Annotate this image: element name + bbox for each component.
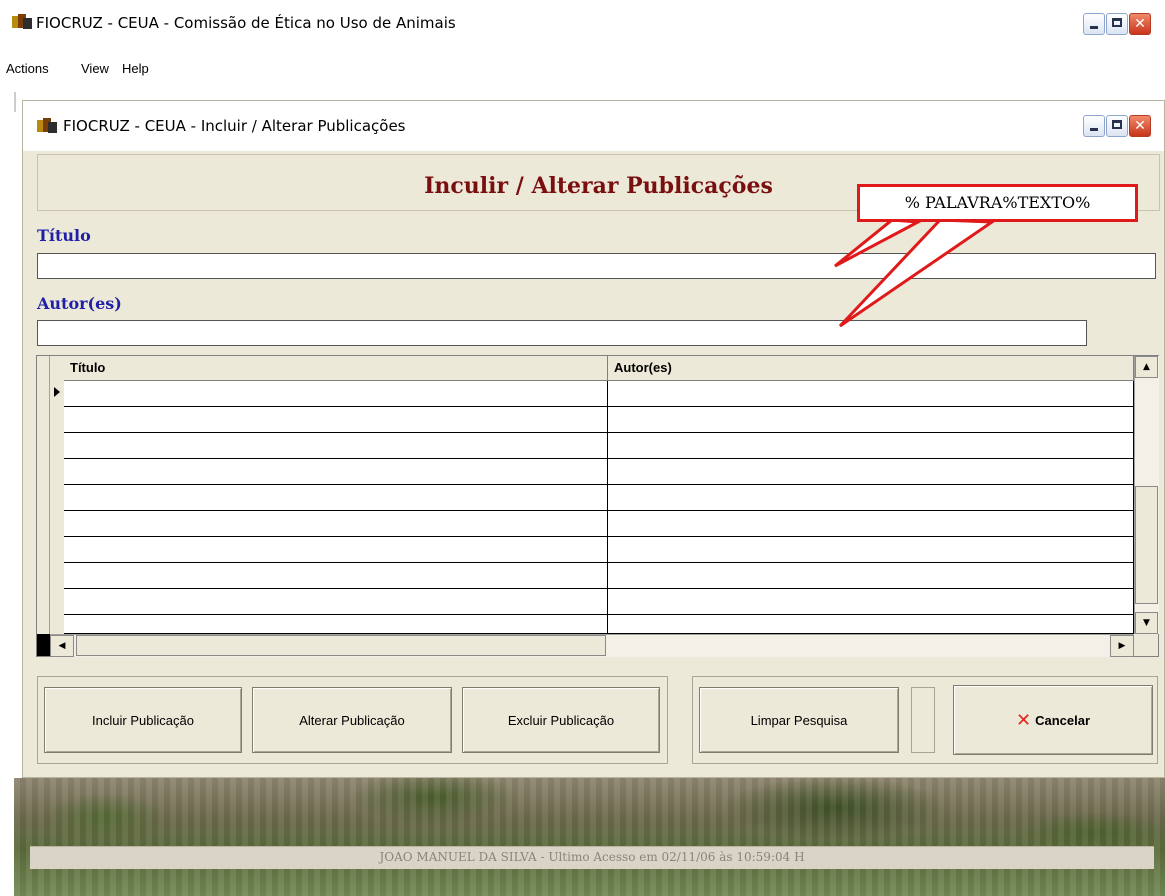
child-window-title: FIOCRUZ - CEUA - Incluir / Alterar Publi… — [63, 117, 406, 135]
cancelar-button[interactable]: ✕ Cancelar — [953, 685, 1153, 755]
scroll-left-icon[interactable]: ◀ — [50, 635, 74, 657]
cell-autores[interactable] — [608, 589, 1134, 615]
search-actions-panel: Limpar Pesquisa ✕ Cancelar — [692, 676, 1158, 764]
cell-titulo[interactable] — [64, 459, 608, 485]
table-row[interactable] — [64, 511, 1134, 537]
app-icon — [12, 14, 32, 30]
maximize-icon — [1112, 18, 1122, 27]
cell-autores[interactable] — [608, 407, 1134, 433]
table-row[interactable] — [64, 433, 1134, 459]
close-icon: ✕ — [1134, 16, 1146, 32]
limpar-label: Limpar Pesquisa — [750, 712, 848, 728]
vertical-scrollbar[interactable]: ▲ ▼ — [1134, 356, 1159, 634]
main-minimize-button[interactable] — [1083, 13, 1105, 35]
titulo-label: Título — [37, 226, 91, 245]
menu-view[interactable]: View — [81, 61, 109, 76]
vertical-scroll-thumb[interactable] — [1135, 486, 1158, 604]
minimize-icon — [1090, 26, 1098, 29]
cell-titulo[interactable] — [64, 537, 608, 563]
cell-autores[interactable] — [608, 485, 1134, 511]
table-row[interactable] — [64, 537, 1134, 563]
table-row[interactable] — [64, 485, 1134, 511]
scroll-up-icon[interactable]: ▲ — [1135, 356, 1158, 378]
table-row[interactable] — [64, 563, 1134, 589]
cell-autores[interactable] — [608, 459, 1134, 485]
alterar-publicacao-button[interactable]: Alterar Publicação — [252, 687, 452, 753]
cell-autores[interactable] — [608, 615, 1134, 634]
minimize-icon — [1090, 128, 1098, 131]
main-window-title: FIOCRUZ - CEUA - Comissão de Ética no Us… — [36, 14, 456, 32]
publications-grid[interactable]: Título Autor(es) ▲ ▼ ◀ ▶ — [36, 355, 1159, 657]
menu-actions[interactable]: Actions — [6, 61, 49, 76]
grid-rows — [64, 381, 1134, 634]
scroll-right-icon[interactable]: ▶ — [1110, 635, 1134, 657]
menubar — [0, 52, 1165, 86]
child-app-icon — [37, 118, 57, 134]
child-maximize-button[interactable] — [1106, 115, 1128, 137]
status-bar: JOAO MANUEL DA SILVA - Ultimo Acesso em … — [30, 846, 1154, 869]
cancel-x-icon: ✕ — [1015, 709, 1032, 731]
excluir-label: Excluir Publicação — [507, 712, 615, 728]
table-row[interactable] — [64, 615, 1134, 634]
background-window-edge — [14, 92, 22, 112]
cell-autores[interactable] — [608, 433, 1134, 459]
background-photo — [14, 778, 1165, 896]
autores-input[interactable] — [37, 320, 1087, 346]
cell-titulo[interactable] — [64, 511, 608, 537]
row-indicator-column — [37, 356, 65, 634]
status-text: JOAO MANUEL DA SILVA - Ultimo Acesso em … — [379, 850, 805, 864]
cell-titulo[interactable] — [64, 381, 608, 407]
cell-titulo[interactable] — [64, 563, 608, 589]
column-header-autores[interactable]: Autor(es) — [608, 356, 1134, 380]
child-close-button[interactable]: ✕ — [1129, 115, 1151, 137]
horizontal-scroll-thumb[interactable] — [76, 635, 606, 656]
titulo-input[interactable] — [37, 253, 1156, 279]
cell-titulo[interactable] — [64, 589, 608, 615]
cell-titulo[interactable] — [64, 485, 608, 511]
separator-box — [911, 687, 935, 753]
current-row-pointer-icon — [54, 387, 60, 397]
cell-titulo[interactable] — [64, 615, 608, 634]
publication-actions-panel: Incluir Publicação Alterar Publicação Ex… — [37, 676, 668, 764]
column-header-titulo[interactable]: Título — [64, 356, 608, 380]
table-row[interactable] — [64, 407, 1134, 433]
horizontal-scrollbar[interactable]: ◀ ▶ — [50, 634, 1134, 657]
grid-header: Título Autor(es) — [64, 356, 1134, 381]
callout-text: % PALAVRA%TEXTO% — [904, 193, 1091, 212]
alterar-label: Alterar Publicação — [299, 712, 405, 728]
table-row[interactable] — [64, 381, 1134, 407]
maximize-icon — [1112, 120, 1122, 129]
cell-titulo[interactable] — [64, 407, 608, 433]
menu-help[interactable]: Help — [122, 61, 149, 76]
cell-titulo[interactable] — [64, 433, 608, 459]
incluir-label: Incluir Publicação — [92, 712, 194, 728]
cell-autores[interactable] — [608, 563, 1134, 589]
excluir-publicacao-button[interactable]: Excluir Publicação — [462, 687, 660, 753]
main-titlebar: FIOCRUZ - CEUA - Comissão de Ética no Us… — [0, 0, 1165, 52]
cell-autores[interactable] — [608, 381, 1134, 407]
autores-label: Autor(es) — [37, 294, 122, 313]
table-row[interactable] — [64, 589, 1134, 615]
scroll-down-icon[interactable]: ▼ — [1135, 612, 1158, 634]
cell-autores[interactable] — [608, 511, 1134, 537]
close-icon: ✕ — [1134, 118, 1146, 134]
child-minimize-button[interactable] — [1083, 115, 1105, 137]
table-row[interactable] — [64, 459, 1134, 485]
limpar-pesquisa-button[interactable]: Limpar Pesquisa — [699, 687, 899, 753]
callout-box: % PALAVRA%TEXTO% — [857, 184, 1138, 222]
cancelar-label: Cancelar — [1035, 712, 1090, 728]
main-maximize-button[interactable] — [1106, 13, 1128, 35]
incluir-publicacao-button[interactable]: Incluir Publicação — [44, 687, 242, 753]
cell-autores[interactable] — [608, 537, 1134, 563]
main-close-button[interactable]: ✕ — [1129, 13, 1151, 35]
child-titlebar: FIOCRUZ - CEUA - Incluir / Alterar Publi… — [23, 101, 1164, 151]
grid-corner — [37, 634, 50, 656]
